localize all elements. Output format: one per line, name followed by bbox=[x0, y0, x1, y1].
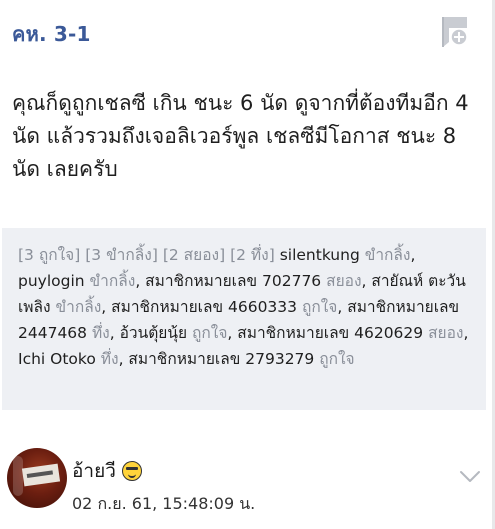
bookmark-add-icon[interactable] bbox=[440, 16, 470, 48]
author-name-link[interactable]: อ้ายวี bbox=[72, 456, 142, 486]
reaction-user[interactable]: สมาชิกหมายเลข 4660333 bbox=[111, 298, 297, 316]
reaction-summary-laugh[interactable]: [3 ขำกลิ้ง] bbox=[85, 246, 158, 264]
reaction-user[interactable]: สมาชิกหมายเลข 4620629 bbox=[237, 324, 423, 342]
reaction-user[interactable]: puylogin bbox=[18, 272, 85, 290]
reaction-type: ถูกใจ bbox=[192, 324, 228, 342]
reaction-user[interactable]: silentkung bbox=[280, 246, 360, 264]
comment-timestamp: 02 ก.ย. 61, 15:48:09 น. bbox=[72, 494, 256, 513]
avatar-shine bbox=[13, 456, 23, 496]
grinning-face-emoji-icon bbox=[121, 461, 142, 481]
reactions-box: [3 ถูกใจ] [3 ขำกลิ้ง] [2 สยอง] [2 ทึ่ง] … bbox=[2, 228, 486, 410]
comment-number: คห. 3-1 bbox=[12, 22, 91, 46]
reaction-user[interactable]: สมาชิกหมายเลข 2793279 bbox=[128, 350, 314, 368]
avatar-label bbox=[21, 463, 61, 487]
reaction-type: สยอง bbox=[326, 272, 362, 290]
reaction-type: ขำกลิ้ง bbox=[89, 272, 136, 290]
chevron-down-icon[interactable] bbox=[459, 470, 481, 484]
reaction-user[interactable]: สมาชิกหมายเลข 702776 bbox=[145, 272, 321, 290]
reaction-summary-like[interactable]: [3 ถูกใจ] bbox=[18, 246, 80, 264]
comment-body: คุณก็ดูถูกเชลซี เกิน ชนะ 6 นัด ดูจากที่ต… bbox=[12, 91, 469, 181]
author-name: อ้ายวี bbox=[72, 460, 116, 482]
reaction-type: ทึ่ง bbox=[91, 324, 110, 342]
reaction-user[interactable]: Ichi Otoko bbox=[18, 350, 96, 368]
reaction-user[interactable]: อ้วนตุ้ยนุ้ย bbox=[120, 324, 187, 342]
reaction-type: ขำกลิ้ง bbox=[55, 298, 102, 316]
avatar[interactable] bbox=[7, 448, 67, 508]
reaction-type: สยอง bbox=[428, 324, 464, 342]
reaction-type: ถูกใจ bbox=[319, 350, 355, 368]
reaction-summary-wow[interactable]: [2 ทึ่ง] bbox=[230, 246, 275, 264]
reaction-type: ขำกลิ้ง bbox=[364, 246, 411, 264]
author-row: อ้ายวี 02 ก.ย. 61, 15:48:09 น. bbox=[0, 440, 495, 529]
reaction-summary-scared[interactable]: [2 สยอง] bbox=[163, 246, 225, 264]
comment-header: คห. 3-1 bbox=[12, 16, 485, 50]
reaction-type: ถูกใจ bbox=[301, 298, 338, 316]
reaction-type: ทึ่ง bbox=[100, 350, 119, 368]
